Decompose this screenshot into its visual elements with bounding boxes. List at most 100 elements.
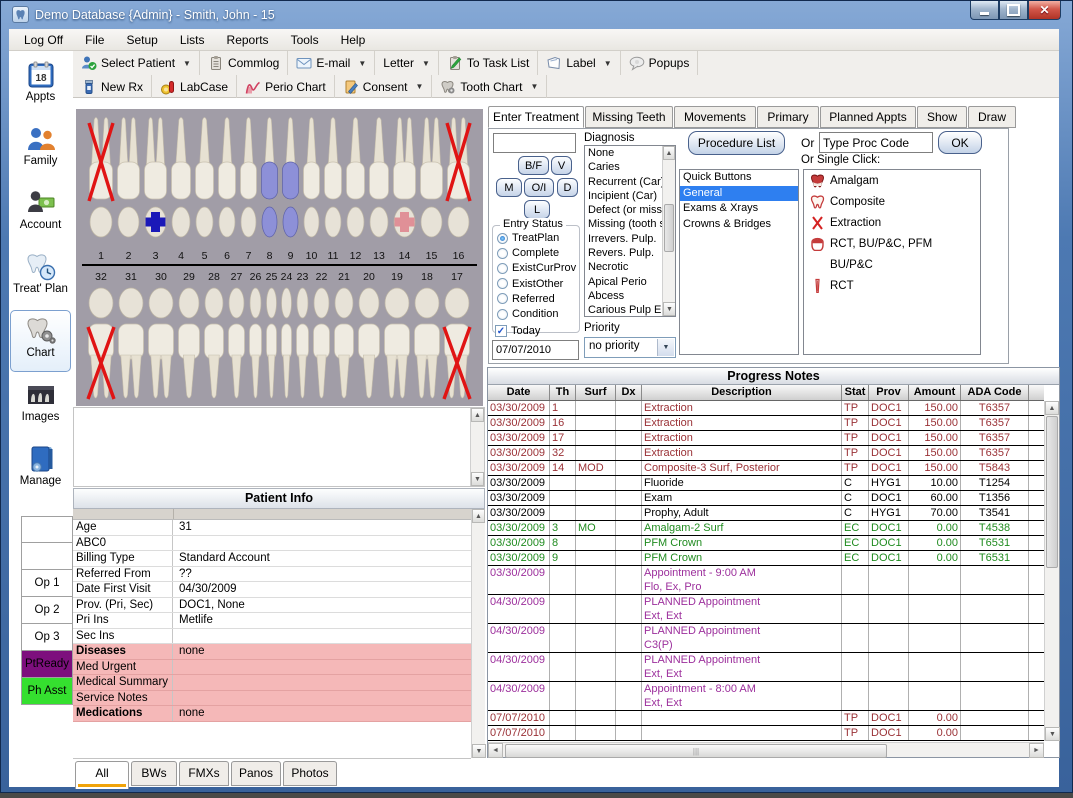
category-option-exams-xrays[interactable]: Exams & Xrays (680, 201, 798, 217)
operatory-cell-op-3[interactable]: Op 3 (21, 624, 73, 651)
tab-primary[interactable]: Primary (757, 106, 819, 128)
toolbar-e-mail[interactable]: E-mail▼ (288, 51, 375, 75)
scroll-left-icon[interactable]: ◄ (488, 743, 503, 758)
tab-movements[interactable]: Movements (674, 106, 756, 128)
quick-proc-rct-bu-p-c-pfm[interactable]: RCT, BU/P&C, PFM (804, 233, 980, 254)
tooth-chart-graphic[interactable]: 1234567891011121314151632313029282726252… (76, 109, 483, 406)
column-header-date[interactable]: Date (488, 385, 550, 400)
tab-draw[interactable]: Draw (968, 106, 1016, 128)
tab-show[interactable]: Show (917, 106, 967, 128)
toolbar-letter[interactable]: Letter▼ (375, 51, 439, 75)
progress-note-row[interactable]: 03/30/200916ExtractionTPDOC1150.00T6357 (488, 416, 1044, 431)
toolbar-commlog[interactable]: Commlog (200, 51, 288, 75)
progress-note-row[interactable]: 04/30/2009Appointment - 8:00 AMExt, Ext (488, 682, 1044, 711)
progress-note-row[interactable]: 03/30/200917ExtractionTPDOC1150.00T6357 (488, 431, 1044, 446)
scroll-down-icon[interactable]: ▼ (1045, 727, 1060, 741)
procedure-category-list[interactable]: Quick ButtonsGeneralExams & XraysCrowns … (679, 169, 799, 355)
surface-button-b-f[interactable]: B/F (518, 156, 549, 175)
scroll-up-icon[interactable]: ▲ (471, 408, 484, 422)
progress-notes-horizontal-scrollbar[interactable]: ◄ ► ||| (488, 742, 1044, 757)
progress-note-row[interactable]: 04/30/2009PLANNED AppointmentExt, Ext (488, 595, 1044, 624)
entry-status-option-referred[interactable]: Referred (497, 293, 555, 305)
entry-status-option-condition[interactable]: Condition (497, 308, 558, 320)
sidebar-item-appts[interactable]: 18Appts (10, 54, 71, 116)
scroll-thumb[interactable]: ||| (505, 744, 887, 758)
chart-note-listbox[interactable]: ▲▼ (73, 407, 485, 487)
diagnosis-option-caries[interactable]: Caries (585, 160, 662, 174)
scroll-right-icon[interactable]: ► (1029, 743, 1044, 758)
column-header-surf[interactable]: Surf (576, 385, 616, 400)
diagnosis-option-revers-pulp[interactable]: Revers. Pulp. (585, 246, 662, 260)
status-cell-ptready[interactable]: PtReady (21, 651, 73, 678)
chevron-down-icon[interactable]: ▼ (530, 82, 538, 91)
quick-proc-composite[interactable]: Composite (804, 191, 980, 212)
close-button[interactable]: ✕ (1028, 1, 1061, 20)
sidebar-item-chart[interactable]: Chart (10, 310, 71, 372)
column-header-th[interactable]: Th (550, 385, 576, 400)
tab-enter-treatment[interactable]: Enter Treatment (488, 106, 584, 128)
column-header-prov[interactable]: Prov (869, 385, 909, 400)
column-header-dx[interactable]: Dx (616, 385, 642, 400)
proc-code-input[interactable] (819, 132, 933, 153)
progress-note-row[interactable]: 03/30/2009FluorideCHYG110.00T1254 (488, 476, 1044, 491)
titlebar[interactable]: Demo Database {Admin} - Smith, John - 15… (1, 1, 1073, 29)
scroll-thumb[interactable] (664, 204, 674, 252)
entry-status-option-treatplan[interactable]: TreatPlan (497, 232, 559, 244)
column-header-ada-code[interactable]: ADA Code (961, 385, 1029, 400)
chevron-down-icon[interactable]: ▼ (657, 339, 674, 356)
operatory-cell-blank-0[interactable] (21, 516, 73, 543)
chevron-down-icon[interactable]: ▼ (183, 59, 191, 68)
operatory-cell-op-2[interactable]: Op 2 (21, 597, 73, 624)
progress-note-row[interactable]: 03/30/20091ExtractionTPDOC1150.00T6357 (488, 401, 1044, 416)
toolbar-tooth-chart[interactable]: Tooth Chart▼ (432, 75, 547, 98)
sidebar-item-account[interactable]: Account (10, 182, 71, 244)
toolbar-select-patient[interactable]: Select Patient▼ (73, 51, 200, 75)
maximize-button[interactable] (999, 1, 1028, 20)
progress-notes-grid[interactable]: 03/30/20091ExtractionTPDOC1150.00T635703… (488, 401, 1044, 741)
progress-note-row[interactable]: 07/07/2010TPDOC10.00 (488, 711, 1044, 726)
procedure-list-button[interactable]: Procedure List (688, 131, 785, 155)
sidebar-item-images[interactable]: Images (10, 374, 71, 436)
toolbar-labcase[interactable]: LabCase (152, 75, 237, 98)
scroll-up-icon[interactable]: ▲ (663, 146, 675, 160)
progress-note-row[interactable]: 03/30/20099PFM CrownECDOC10.00T6531 (488, 551, 1044, 566)
category-option-general[interactable]: General (680, 186, 798, 202)
chevron-down-icon[interactable]: ▼ (422, 59, 430, 68)
diagnosis-option-missing-tooth-s[interactable]: Missing (tooth s (585, 217, 662, 231)
chevron-down-icon[interactable]: ▼ (604, 59, 612, 68)
sidebar-item-family[interactable]: Family (10, 118, 71, 180)
scroll-up-icon[interactable]: ▲ (472, 509, 485, 523)
quick-proc-extraction[interactable]: Extraction (804, 212, 980, 233)
tab-panos[interactable]: Panos (231, 761, 281, 786)
column-header-stat[interactable]: Stat (842, 385, 869, 400)
progress-note-row[interactable]: 03/30/2009ExamCDOC160.00T1356 (488, 491, 1044, 506)
operatory-cell-op-1[interactable]: Op 1 (21, 570, 73, 597)
chevron-down-icon[interactable]: ▼ (358, 59, 366, 68)
toolbar-new-rx[interactable]: New Rx (73, 75, 152, 98)
operatory-cell-blank-1[interactable] (21, 543, 73, 570)
diagnosis-scrollbar[interactable]: ▲▼ (662, 146, 675, 316)
diagnosis-option-abcess[interactable]: Abcess (585, 289, 662, 303)
category-option-crowns-bridges[interactable]: Crowns & Bridges (680, 217, 798, 233)
tab-fmxs[interactable]: FMXs (179, 761, 229, 786)
progress-note-row[interactable]: 03/30/200914MODComposite-3 Surf, Posteri… (488, 461, 1044, 476)
patient-info-scrollbar[interactable]: ▲▼ (471, 509, 485, 758)
tab-bws[interactable]: BWs (131, 761, 177, 786)
menu-tools[interactable]: Tools (280, 31, 330, 49)
quick-proc-bu-p-c[interactable]: BU/P&C (804, 254, 980, 275)
scroll-down-icon[interactable]: ▼ (472, 744, 486, 758)
diagnosis-option-recurrent-car[interactable]: Recurrent (Car) (585, 175, 662, 189)
progress-note-row[interactable]: 03/30/20098PFM CrownECDOC10.00T6531 (488, 536, 1044, 551)
toolbar-to-task-list[interactable]: To Task List (439, 51, 538, 75)
surface-button-d[interactable]: D (557, 178, 578, 197)
listbox-scrollbar[interactable]: ▲▼ (470, 408, 484, 486)
scroll-thumb[interactable] (1046, 416, 1058, 568)
toolbar-consent[interactable]: Consent▼ (335, 75, 433, 98)
quick-proc-amalgam[interactable]: Amalgam (804, 170, 980, 191)
sidebar-item-treat-plan[interactable]: Treat' Plan (10, 246, 71, 308)
diagnosis-list[interactable]: NoneCariesRecurrent (Car)Incipient (Car)… (584, 145, 676, 317)
surface-button-m[interactable]: M (496, 178, 522, 197)
tab-missing-teeth[interactable]: Missing Teeth (585, 106, 673, 128)
entry-status-option-existcurprov[interactable]: ExistCurProv (497, 262, 576, 274)
menu-help[interactable]: Help (330, 31, 377, 49)
